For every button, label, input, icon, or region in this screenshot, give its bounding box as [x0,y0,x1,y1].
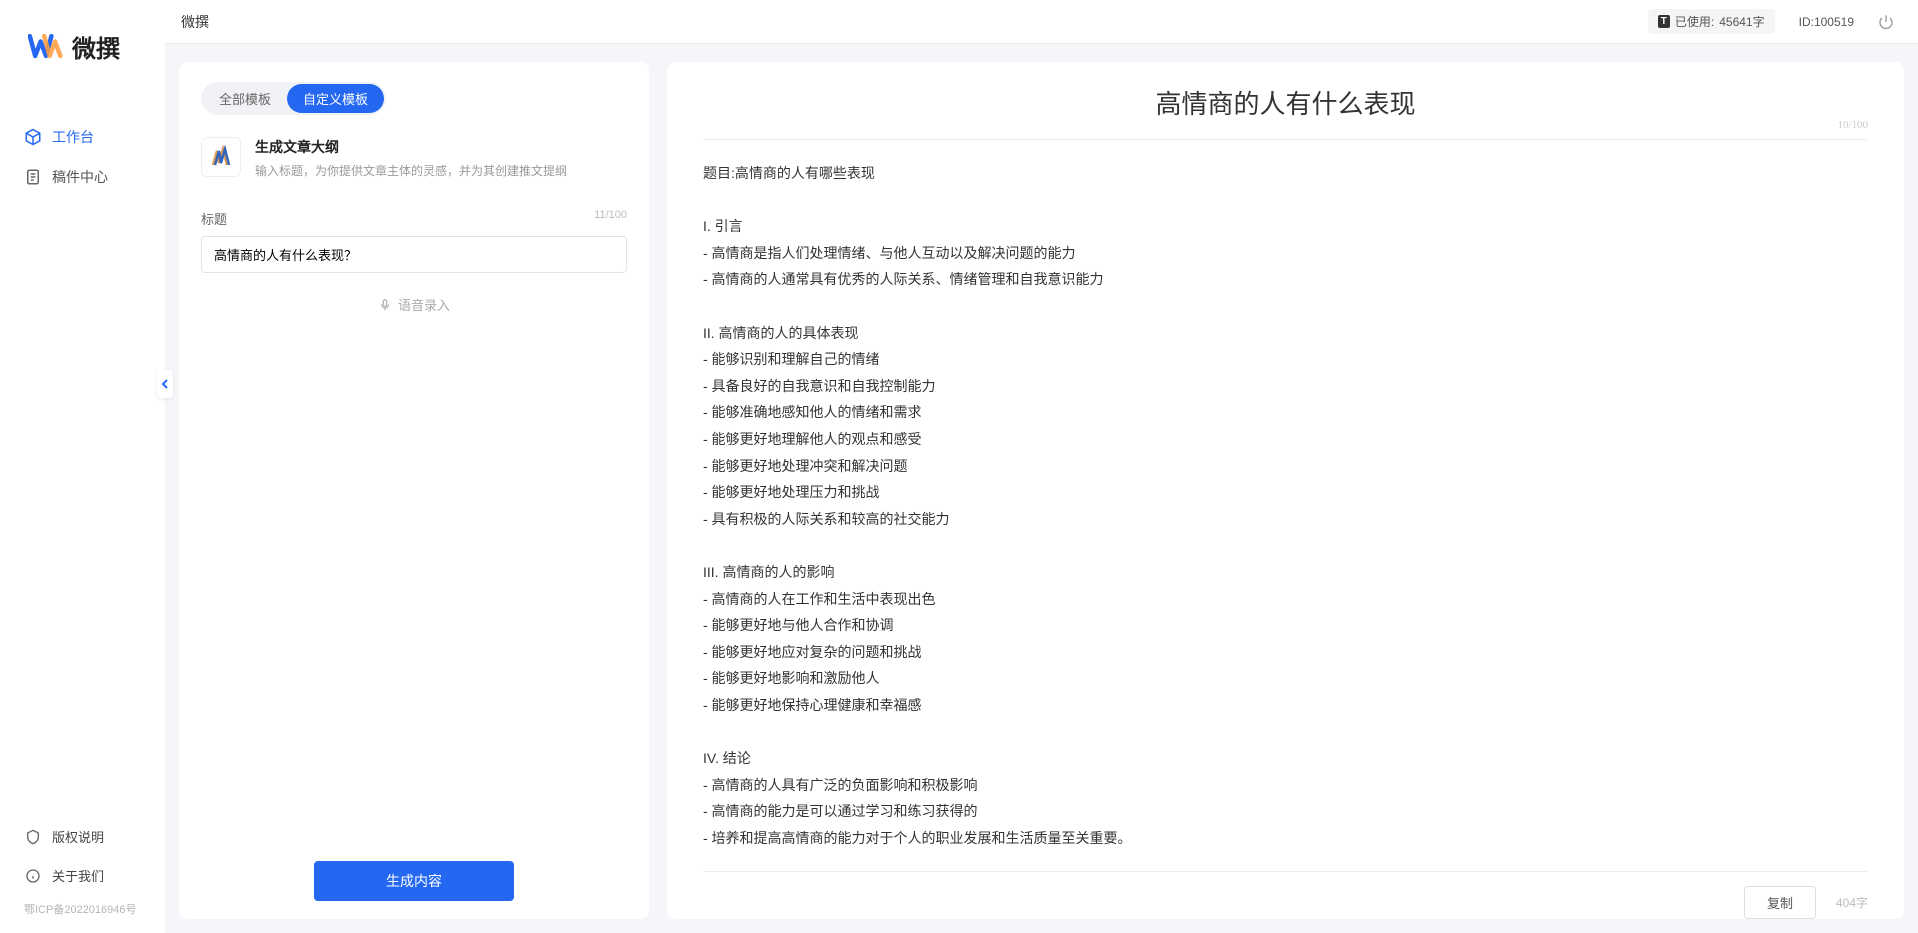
user-id: ID:100519 [1799,15,1854,29]
sidebar-collapse-toggle[interactable] [157,370,173,398]
output-title-count: 10/100 [1837,119,1868,131]
output-title-row: 高情商的人有什么表现 10/100 [703,84,1868,140]
output-word-count: 404字 [1836,894,1868,911]
main-area: 微撰 T 已使用: 45641字 ID:100519 全部模板 自定义模板 [165,0,1918,933]
generate-button[interactable]: 生成内容 [314,861,514,901]
nav-workbench[interactable]: 工作台 [0,117,165,157]
nav-drafts[interactable]: 稿件中心 [0,157,165,197]
voice-input-button[interactable]: 语音录入 [201,295,627,314]
output-footer: 复制 404字 [703,871,1868,919]
voice-hint: 语音录入 [398,295,450,314]
template-tabs: 全部模板 自定义模板 [201,82,386,115]
microphone-icon [378,298,392,312]
template-icon [201,137,241,177]
chevron-left-icon [160,378,170,390]
nav-label: 稿件中心 [52,167,108,187]
output-panel: 高情商的人有什么表现 10/100 题目:高情商的人有哪些表现 I. 引言 - … [667,62,1904,919]
logo-text: 微撰 [72,29,120,64]
footer-label: 版权说明 [52,827,104,846]
sidebar-footer: 版权说明 关于我们 鄂ICP备2022016946号 [0,817,165,933]
workspace: 全部模板 自定义模板 生成文章大纲 输入标题，为你提供文章主体的灵感，并为其创建… [165,44,1918,933]
title-field-block: 标题 11/100 [201,209,627,273]
info-icon [24,867,42,885]
t-icon: T [1658,15,1670,28]
logo-icon [28,28,64,64]
document-icon [24,168,42,186]
footer-label: 关于我们 [52,866,104,885]
footer-copyright[interactable]: 版权说明 [0,817,165,856]
tab-custom-templates[interactable]: 自定义模板 [287,84,384,113]
shield-icon [24,828,42,846]
tab-all-templates[interactable]: 全部模板 [203,84,287,113]
title-char-count: 11/100 [594,209,627,228]
title-input[interactable] [201,236,627,273]
template-desc: 输入标题，为你提供文章主体的灵感，并为其创建推文提纲 [255,162,567,179]
usage-label: 已使用: [1675,13,1714,30]
title-label: 标题 [201,209,227,228]
topbar: 微撰 T 已使用: 45641字 ID:100519 [165,0,1918,44]
page-title: 微撰 [181,12,209,32]
sidebar: 微撰 工作台 稿件中心 版权说明 [0,0,165,933]
copy-button[interactable]: 复制 [1744,886,1816,919]
input-panel: 全部模板 自定义模板 生成文章大纲 输入标题，为你提供文章主体的灵感，并为其创建… [179,62,649,919]
footer-about[interactable]: 关于我们 [0,856,165,895]
template-title: 生成文章大纲 [255,137,567,157]
output-title: 高情商的人有什么表现 [1155,90,1415,119]
nav-label: 工作台 [52,127,94,147]
output-body: 题目:高情商的人有哪些表现 I. 引言 - 高情商是指人们处理情绪、与他人互动以… [703,140,1868,871]
cube-icon [24,128,42,146]
power-icon[interactable] [1878,14,1894,30]
icp-text: 鄂ICP备2022016946号 [0,895,165,923]
usage-count: 45641字 [1719,13,1764,30]
main-nav: 工作台 稿件中心 [0,82,165,197]
logo: 微撰 [0,0,165,82]
template-card: 生成文章大纲 输入标题，为你提供文章主体的灵感，并为其创建推文提纲 [201,137,627,179]
usage-badge: T 已使用: 45641字 [1648,9,1775,34]
